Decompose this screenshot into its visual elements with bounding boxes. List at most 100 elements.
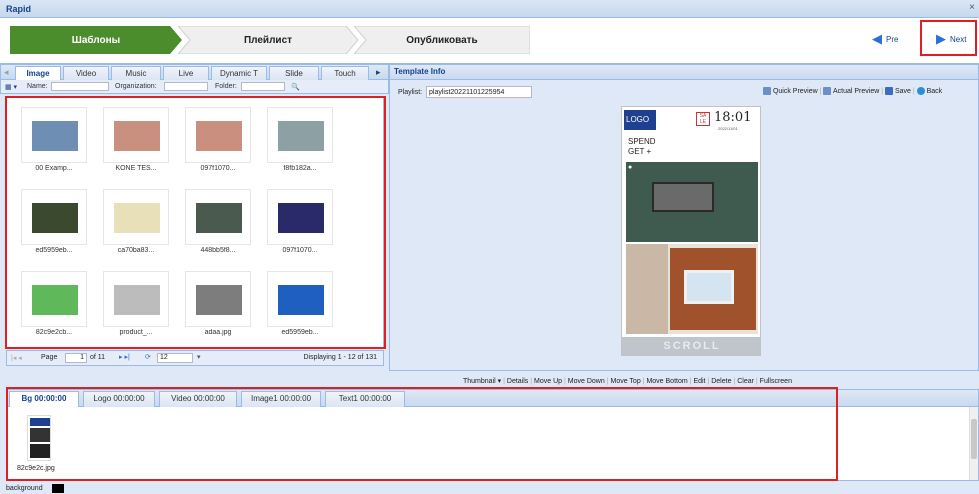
arrow-right-icon: ▶ bbox=[936, 31, 946, 46]
timeline-item-thumb[interactable] bbox=[27, 415, 51, 461]
thumb-image bbox=[196, 203, 242, 233]
back-button[interactable]: Back bbox=[916, 87, 942, 95]
media-thumb[interactable]: 82c9e2cb... bbox=[21, 271, 87, 343]
thumb-frame bbox=[267, 189, 333, 245]
preview-text-get: GET + bbox=[628, 147, 652, 156]
refresh-icon[interactable]: ⟳ bbox=[145, 353, 151, 361]
thumb-caption: 00 Examp... bbox=[35, 165, 73, 172]
move-bottom-button[interactable]: Move Bottom bbox=[646, 378, 687, 385]
tab-video[interactable]: Video bbox=[63, 66, 109, 80]
org-input[interactable] bbox=[164, 82, 208, 91]
next-label: Next bbox=[950, 34, 967, 44]
grid-icon[interactable]: ▦ ▾ bbox=[5, 83, 17, 91]
thumbnail-button[interactable]: Thumbnail ▾ bbox=[463, 378, 501, 385]
woman-photo bbox=[626, 244, 668, 334]
thumb-video bbox=[30, 428, 50, 442]
tab-live[interactable]: Live bbox=[163, 66, 209, 80]
media-thumb[interactable]: 097f1070... bbox=[267, 189, 333, 261]
thumb-frame bbox=[267, 107, 333, 163]
media-thumb[interactable]: KONE TES... bbox=[103, 107, 169, 179]
tab-text1[interactable]: Text1 00:00:00 bbox=[325, 391, 405, 407]
thumb-caption: ca70ba83... bbox=[117, 247, 155, 254]
step-templates[interactable]: Шаблоны bbox=[10, 26, 182, 54]
play-icon: ● bbox=[628, 164, 633, 171]
arrow-left-icon: ◀ bbox=[872, 31, 882, 46]
wizard-bar: Шаблоны Плейлист Опубликовать ◀ Pre ▶ Ne… bbox=[0, 18, 979, 64]
timeline-actions: Thumbnail ▾ | Details | Move Up | Move D… bbox=[463, 378, 792, 385]
preview-text-spend: SPEND bbox=[628, 137, 656, 146]
timeline-tabs: Bg 00:00:00 Logo 00:00:00 Video 00:00:00… bbox=[6, 389, 979, 407]
timeline-scrollbar[interactable] bbox=[969, 407, 978, 480]
frame-photo bbox=[670, 248, 756, 330]
tab-image[interactable]: Image bbox=[15, 66, 61, 80]
first-page-icon[interactable]: |◂ ◂ bbox=[11, 354, 22, 362]
tab-touch[interactable]: Touch bbox=[321, 66, 369, 80]
edit-button[interactable]: Edit bbox=[693, 378, 705, 385]
clear-button[interactable]: Clear bbox=[737, 378, 754, 385]
folder-input[interactable] bbox=[241, 82, 285, 91]
quick-preview-button[interactable]: Quick Preview bbox=[763, 87, 818, 95]
page-input[interactable]: 1 bbox=[65, 353, 87, 363]
name-input[interactable] bbox=[51, 82, 109, 91]
step-playlist[interactable]: Плейлист bbox=[178, 26, 358, 54]
media-thumb[interactable]: product_... bbox=[103, 271, 169, 343]
scroll-left-icon[interactable]: ◂ bbox=[4, 67, 9, 78]
media-thumb[interactable]: ed5959eb... bbox=[21, 189, 87, 261]
tab-dynamic[interactable]: Dynamic T bbox=[211, 66, 267, 80]
tab-slide[interactable]: Slide bbox=[269, 66, 319, 80]
landscape-photo bbox=[684, 270, 734, 304]
next-button[interactable]: ▶ Next bbox=[936, 24, 966, 54]
tab-logo[interactable]: Logo 00:00:00 bbox=[83, 391, 155, 407]
preview-date: 2022/11/01 bbox=[718, 126, 738, 131]
move-up-button[interactable]: Move Up bbox=[534, 378, 562, 385]
monitor-icon bbox=[763, 87, 771, 95]
pager: |◂ ◂ Page 1 of 11 ▸ ▸| ⟳ 12 ▾ Displaying… bbox=[6, 350, 384, 366]
actual-preview-button[interactable]: Actual Preview bbox=[823, 87, 880, 95]
scrollbar-thumb[interactable] bbox=[971, 419, 977, 459]
media-thumb[interactable]: ca70ba83... bbox=[103, 189, 169, 261]
playlist-input[interactable]: playlist20221101225954 bbox=[426, 86, 532, 98]
thumb-image bbox=[278, 203, 324, 233]
media-thumb[interactable]: 448bb5f8... bbox=[185, 189, 251, 261]
save-button[interactable]: Save bbox=[885, 87, 911, 95]
preview-video-area: ● bbox=[626, 162, 758, 242]
background-color-swatch[interactable] bbox=[52, 484, 64, 493]
status-bar: background bbox=[0, 483, 979, 494]
step-publish[interactable]: Опубликовать bbox=[354, 26, 530, 54]
tab-bg[interactable]: Bg 00:00:00 bbox=[9, 391, 79, 407]
media-thumb[interactable]: 00 Examp... bbox=[21, 107, 87, 179]
search-icon[interactable]: 🔍 bbox=[291, 83, 300, 91]
folder-label: Folder: bbox=[215, 83, 237, 90]
media-thumb[interactable]: adaa.jpg bbox=[185, 271, 251, 343]
delete-button[interactable]: Delete bbox=[711, 378, 731, 385]
thumb-caption: KONE TES... bbox=[115, 165, 157, 172]
tab-image1[interactable]: Image1 00:00:00 bbox=[241, 391, 321, 407]
details-button[interactable]: Details bbox=[507, 378, 528, 385]
timeline-toolbar: Thumbnail ▾ | Details | Move Up | Move D… bbox=[389, 374, 979, 388]
page-size-select[interactable]: 12 bbox=[157, 353, 193, 363]
monitor-icon bbox=[823, 87, 832, 95]
move-top-button[interactable]: Move Top bbox=[610, 378, 640, 385]
fullscreen-button[interactable]: Fullscreen bbox=[760, 378, 792, 385]
thumb-image bbox=[32, 285, 78, 315]
step-label: Шаблоны bbox=[71, 35, 121, 46]
tab-music[interactable]: Music bbox=[111, 66, 161, 80]
media-thumb[interactable]: f8fb182a... bbox=[267, 107, 333, 179]
close-icon[interactable]: × bbox=[969, 2, 975, 13]
media-thumb[interactable]: 097f1070... bbox=[185, 107, 251, 179]
thumb-image bbox=[114, 121, 160, 151]
thumb-image bbox=[30, 444, 50, 458]
actual-preview-label: Actual Preview bbox=[832, 87, 880, 95]
prev-label: Pre bbox=[886, 34, 899, 44]
thumb-image bbox=[114, 285, 160, 315]
thumb-frame bbox=[103, 189, 169, 245]
media-thumb[interactable]: ed5959eb... bbox=[267, 271, 333, 343]
tab-video-layer[interactable]: Video 00:00:00 bbox=[159, 391, 237, 407]
chevron-down-icon[interactable]: ▾ bbox=[197, 353, 201, 361]
app-title: Rapid bbox=[6, 4, 32, 14]
thumb-caption: adaa.jpg bbox=[204, 329, 232, 336]
next-page-icon[interactable]: ▸ ▸| bbox=[119, 353, 130, 361]
move-down-button[interactable]: Move Down bbox=[568, 378, 605, 385]
scroll-right-icon[interactable]: ▸ bbox=[376, 67, 381, 78]
prev-button[interactable]: ◀ Pre bbox=[872, 24, 898, 54]
